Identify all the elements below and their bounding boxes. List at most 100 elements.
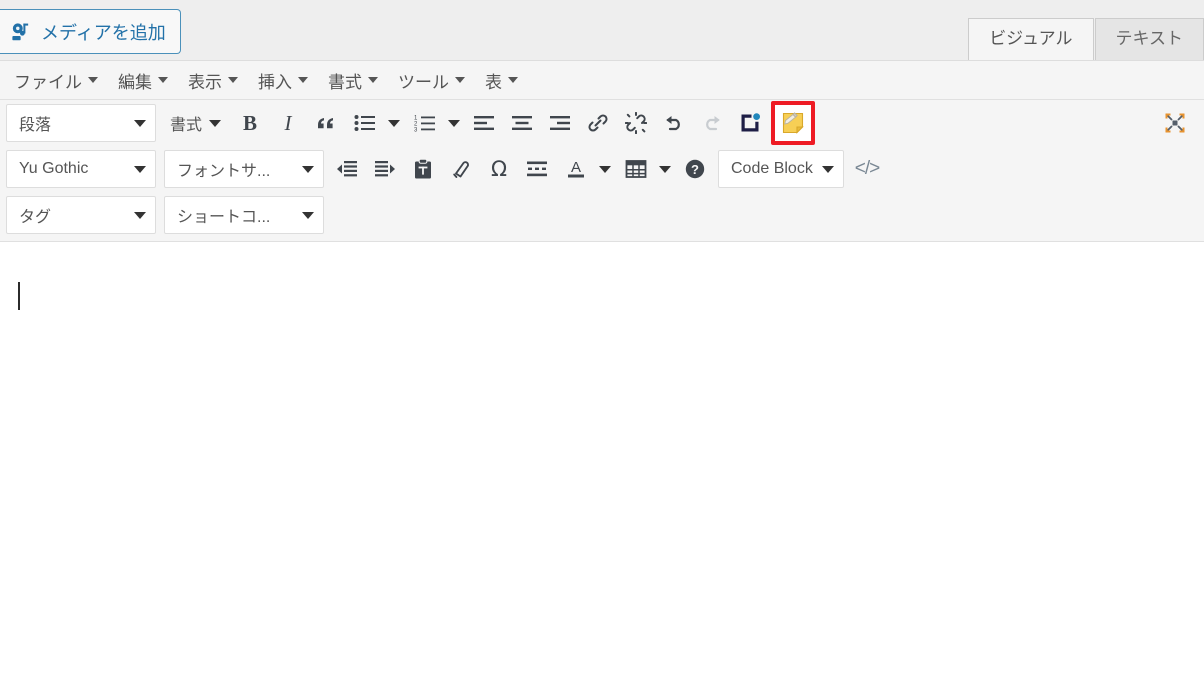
redo-button[interactable] — [695, 106, 729, 140]
blockquote-button[interactable] — [309, 106, 343, 140]
source-code-icon: </> — [854, 158, 881, 179]
chevron-down-icon — [134, 211, 146, 219]
font-size-select[interactable]: フォントサ... — [164, 150, 324, 188]
paragraph-style-value: 段落 — [19, 117, 52, 134]
align-right-button[interactable] — [543, 106, 577, 140]
font-size-value: フォントサ... — [177, 163, 271, 180]
text-color-icon: A — [565, 158, 587, 180]
table-button[interactable] — [619, 152, 653, 186]
menu-table-label: 表 — [485, 72, 502, 92]
outdent-button[interactable] — [330, 152, 364, 186]
help-icon: ? — [684, 158, 706, 180]
shortcode-select[interactable]: ショートコ... — [164, 196, 324, 234]
menu-insert-label: 挿入 — [258, 72, 292, 92]
tag-select[interactable]: タグ — [6, 196, 156, 234]
align-right-icon — [549, 114, 571, 132]
paragraph-style-select[interactable]: 段落 — [6, 104, 156, 142]
table-icon — [625, 159, 647, 179]
tab-visual[interactable]: ビジュアル — [968, 17, 1094, 60]
chevron-down-icon — [302, 211, 314, 219]
tab-text[interactable]: テキスト — [1094, 17, 1204, 60]
italic-button[interactable]: I — [271, 106, 305, 140]
tag-select-value: タグ — [19, 209, 52, 226]
numbered-list-dropdown[interactable] — [444, 106, 464, 140]
align-left-button[interactable] — [467, 106, 501, 140]
editor-menubar: ファイル 編集 表示 挿入 書式 ツール 表 — [0, 61, 1204, 100]
editor-header: メディアを追加 ビジュアル テキスト — [0, 0, 1204, 61]
bold-button[interactable]: B — [233, 106, 267, 140]
chevron-down-icon — [448, 119, 461, 127]
align-center-icon — [511, 114, 533, 132]
svg-text:3: 3 — [414, 128, 418, 133]
menu-format-label: 書式 — [328, 72, 362, 92]
redo-icon — [701, 112, 723, 134]
code-block-value: Code Block — [731, 160, 813, 177]
remove-link-button[interactable] — [619, 106, 653, 140]
chevron-down-icon — [822, 165, 834, 173]
menu-insert[interactable]: 挿入 — [248, 64, 318, 97]
media-add-icon — [10, 21, 32, 43]
clear-formatting-button[interactable] — [444, 152, 478, 186]
sticky-note-edit-button[interactable] — [771, 101, 816, 145]
undo-button[interactable] — [657, 106, 691, 140]
special-character-icon: Ω — [490, 157, 508, 181]
text-color-split: A — [557, 152, 615, 186]
clear-formatting-icon — [450, 158, 472, 180]
menu-file-label: ファイル — [14, 72, 82, 92]
menu-view[interactable]: 表示 — [178, 64, 248, 97]
menu-tools[interactable]: ツール — [388, 64, 475, 97]
chevron-down-icon — [158, 77, 168, 83]
numbered-list-icon: 1 2 3 — [414, 114, 436, 132]
paste-as-text-button[interactable] — [406, 152, 440, 186]
link-icon — [587, 112, 609, 134]
svg-text:?: ? — [691, 162, 699, 177]
bullet-list-split — [346, 106, 404, 140]
fullscreen-button[interactable] — [1158, 106, 1192, 140]
chevron-down-icon — [134, 119, 146, 127]
format-menu-label: 書式 — [170, 117, 203, 134]
quote-icon — [315, 112, 337, 134]
menu-file[interactable]: ファイル — [4, 64, 108, 97]
source-code-button[interactable]: </> — [850, 152, 884, 186]
add-media-button[interactable]: メディアを追加 — [0, 9, 181, 54]
insert-link-button[interactable] — [581, 106, 615, 140]
shortcode-select-value: ショートコ... — [177, 209, 271, 226]
menu-edit-label: 編集 — [118, 72, 152, 92]
menu-edit[interactable]: 編集 — [108, 64, 178, 97]
indent-button[interactable] — [368, 152, 402, 186]
editor-content-area[interactable] — [0, 242, 1204, 676]
numbered-list-split: 1 2 3 — [406, 106, 464, 140]
bold-icon: B — [243, 110, 258, 135]
menu-format[interactable]: 書式 — [318, 64, 388, 97]
fullscreen-icon — [1163, 111, 1187, 135]
code-block-select[interactable]: Code Block — [718, 150, 844, 188]
chevron-down-icon — [209, 119, 222, 127]
cocoon-block-icon — [739, 112, 761, 134]
bullet-list-button[interactable] — [348, 106, 382, 140]
chevron-down-icon — [388, 119, 401, 127]
bullet-list-dropdown[interactable] — [384, 106, 404, 140]
menu-table[interactable]: 表 — [475, 64, 528, 97]
text-color-dropdown[interactable] — [595, 152, 615, 186]
text-color-button[interactable]: A — [559, 152, 593, 186]
font-family-select[interactable]: Yu Gothic — [6, 150, 156, 188]
chevron-down-icon — [228, 77, 238, 83]
format-menu-button[interactable]: 書式 — [162, 106, 229, 140]
chevron-down-icon — [302, 165, 314, 173]
horizontal-rule-icon — [526, 160, 548, 178]
align-center-button[interactable] — [505, 106, 539, 140]
add-media-label: メディアを追加 — [41, 22, 166, 43]
chevron-down-icon — [88, 77, 98, 83]
indent-increase-icon — [374, 160, 396, 178]
numbered-list-button[interactable]: 1 2 3 — [408, 106, 442, 140]
editor-toolbars: 段落 書式 B I 1 2 3 Yu Gothic フォントサ... Ω A ?… — [0, 100, 1204, 242]
toolbar-row-2: Yu Gothic フォントサ... Ω A ? Code Block </> — [0, 146, 1204, 192]
keyboard-shortcuts-button[interactable]: ? — [678, 152, 712, 186]
table-dropdown[interactable] — [655, 152, 675, 186]
cocoon-block-button[interactable] — [733, 106, 767, 140]
special-character-button[interactable]: Ω — [482, 152, 516, 186]
table-split — [617, 152, 675, 186]
svg-text:A: A — [571, 159, 581, 176]
horizontal-rule-button[interactable] — [520, 152, 554, 186]
paste-as-text-icon — [412, 158, 434, 180]
